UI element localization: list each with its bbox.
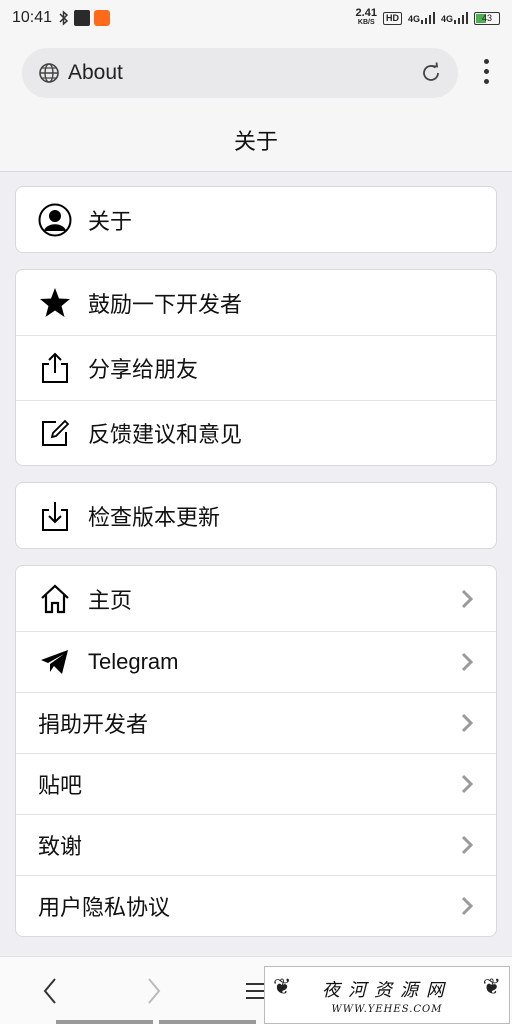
list-item-thanks[interactable]: 致谢 xyxy=(16,814,496,875)
url-text[interactable]: About xyxy=(68,61,123,85)
more-menu-icon[interactable] xyxy=(484,59,490,84)
card-update: 检查版本更新 xyxy=(15,482,497,549)
chevron-left-icon xyxy=(43,978,56,1004)
reload-icon[interactable] xyxy=(420,62,442,84)
app-notification-icon xyxy=(74,10,91,26)
watermark-ornament-right: ❦ xyxy=(482,975,501,1000)
signal-icon-2 xyxy=(454,12,468,24)
watermark-text: 夜河资源网 xyxy=(322,979,452,1001)
item-label: 反馈建议和意见 xyxy=(88,423,243,448)
app-notification-icon-2 xyxy=(94,10,111,26)
user-circle-icon xyxy=(38,203,72,237)
status-icons xyxy=(58,10,111,26)
telegram-icon xyxy=(38,645,72,679)
list-item-share[interactable]: 分享给朋友 xyxy=(16,335,496,400)
card-links: 主页 Telegram 捐助开发者 贴吧 致谢 用户隐私协议 xyxy=(15,565,497,937)
bluetooth-icon xyxy=(59,10,69,26)
globe-icon xyxy=(39,63,59,83)
item-label: 分享给朋友 xyxy=(88,358,199,383)
list-item-encourage[interactable]: 鼓励一下开发者 xyxy=(16,270,496,335)
list-item-tieba[interactable]: 贴吧 xyxy=(16,753,496,814)
watermark-url: WWW.YEHES.COM xyxy=(331,1003,443,1015)
list-item-telegram[interactable]: Telegram xyxy=(16,631,496,692)
edit-icon xyxy=(38,416,72,450)
card-about: 关于 xyxy=(15,186,497,253)
item-label: 鼓励一下开发者 xyxy=(88,292,243,318)
back-button[interactable] xyxy=(30,973,70,1009)
home-icon xyxy=(38,582,72,616)
page-title: 关于 xyxy=(233,129,278,155)
address-bar[interactable]: About xyxy=(22,48,458,98)
chevron-right-icon xyxy=(461,896,474,916)
chevron-right-icon xyxy=(148,978,161,1004)
item-label: Telegram xyxy=(88,649,179,674)
gesture-bar xyxy=(56,1020,256,1024)
chevron-right-icon xyxy=(461,589,474,608)
network-label-1: 4G xyxy=(407,14,420,24)
battery-icon: 43 xyxy=(474,11,500,25)
signal-4g-1: 4G xyxy=(408,12,435,24)
item-label: 致谢 xyxy=(38,835,83,860)
star-icon xyxy=(38,286,72,320)
browser-toolbar: About xyxy=(0,36,512,108)
share-icon xyxy=(38,351,72,385)
list-item-home[interactable]: 主页 xyxy=(16,566,496,631)
card-actions: 鼓励一下开发者 分享给朋友 反馈建议和意见 xyxy=(15,269,497,466)
list-item-privacy[interactable]: 用户隐私协议 xyxy=(16,875,496,936)
item-label: 捐助开发者 xyxy=(38,713,149,738)
item-label: 关于 xyxy=(88,209,133,235)
chevron-right-icon xyxy=(461,652,474,672)
network-label-2: 4G xyxy=(440,14,453,24)
chevron-right-icon xyxy=(461,713,474,733)
status-time: 10:41 xyxy=(12,9,53,26)
status-bar: 10:41 2.41 KB/S HD 4G 4G 43 xyxy=(0,0,512,36)
watermark-overlay: ❦ ❦ 夜河资源网 WWW.YEHES.COM xyxy=(264,966,510,1024)
download-icon xyxy=(38,499,72,533)
signal-4g-2: 4G xyxy=(441,12,468,24)
page-header: 关于 xyxy=(0,108,512,172)
item-label: 检查版本更新 xyxy=(88,505,221,531)
forward-button[interactable] xyxy=(134,973,174,1009)
battery-level: 43 xyxy=(481,12,492,23)
chevron-right-icon xyxy=(461,835,474,855)
chevron-right-icon xyxy=(461,774,474,794)
list-item-check-update[interactable]: 检查版本更新 xyxy=(16,483,496,548)
network-speed: 2.41 KB/S xyxy=(355,7,377,27)
speed-value: 2.41 xyxy=(355,7,377,19)
hd-badge: HD xyxy=(382,11,402,25)
item-label: 贴吧 xyxy=(38,774,83,799)
item-label: 用户隐私协议 xyxy=(38,896,171,921)
status-right: 2.41 KB/S HD 4G 4G 43 xyxy=(355,7,500,27)
list-item-feedback[interactable]: 反馈建议和意见 xyxy=(16,400,496,465)
item-label: 主页 xyxy=(88,588,133,614)
list-item-donate[interactable]: 捐助开发者 xyxy=(16,692,496,753)
signal-icon xyxy=(420,12,435,24)
speed-unit: KB/S xyxy=(357,19,375,26)
watermark-ornament-left: ❦ xyxy=(273,975,292,1000)
list-item-about[interactable]: 关于 xyxy=(16,187,496,252)
